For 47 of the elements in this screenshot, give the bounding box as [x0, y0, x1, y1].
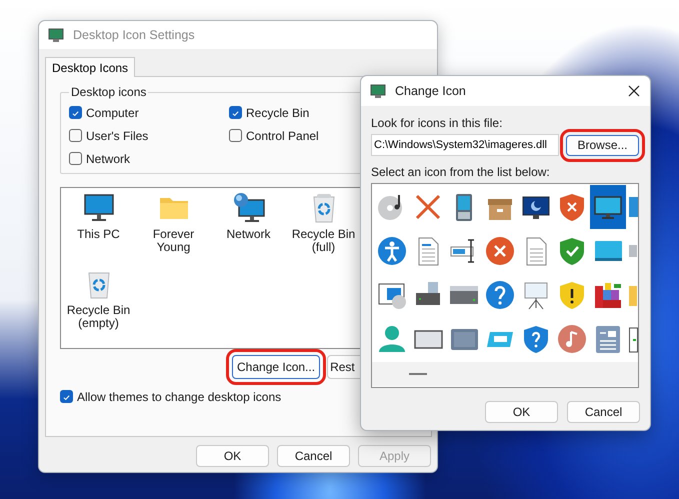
- checkbox[interactable]: [60, 390, 73, 403]
- network-monitor-icon: [232, 192, 264, 224]
- checkbox[interactable]: [229, 106, 242, 119]
- window-title: Change Icon: [395, 84, 466, 98]
- dialog-button[interactable]: Cancel: [277, 445, 350, 467]
- list-item[interactable]: Recycle Bin (empty): [61, 268, 136, 344]
- checkbox[interactable]: [229, 129, 242, 142]
- file-path-field[interactable]: C:\Windows\System32\imageres.dll: [371, 134, 559, 156]
- tab[interactable]: Desktop Icons: [45, 57, 136, 77]
- checkbox[interactable]: [69, 106, 82, 119]
- shield-question-icon: [521, 324, 551, 354]
- checkbox-label: Control Panel: [246, 128, 319, 142]
- icon-option[interactable]: [590, 185, 626, 229]
- checkbox-label: User's Files: [86, 128, 148, 142]
- person-icon: [377, 324, 407, 354]
- checkbox-label: Network: [86, 152, 130, 166]
- list-item[interactable]: This PC: [61, 192, 136, 268]
- dialog-button[interactable]: OK: [196, 445, 269, 467]
- monitor-icon: [82, 192, 114, 224]
- music-icon: [557, 324, 587, 354]
- cross-icon: [413, 192, 443, 222]
- newspaper-icon: [593, 324, 623, 354]
- checkbox[interactable]: [69, 152, 82, 165]
- scrollbar[interactable]: [372, 362, 638, 386]
- window-title: Desktop Icon Settings: [73, 28, 195, 42]
- monitor-icon: [48, 27, 64, 43]
- close-icon[interactable]: [628, 85, 640, 97]
- person-circle-icon: [377, 236, 407, 266]
- list-label: Select an icon from the list below:: [371, 165, 551, 180]
- checkbox-label: Computer: [86, 106, 139, 120]
- dialog-button[interactable]: Cancel: [567, 401, 640, 423]
- list-item[interactable]: Forever Young: [136, 192, 211, 268]
- shield-check-icon: [557, 236, 587, 266]
- checkbox[interactable]: [69, 129, 82, 142]
- dialog-button[interactable]: OK: [485, 401, 558, 423]
- shield-x-icon: [557, 192, 587, 222]
- circle-x-icon: [485, 236, 515, 266]
- monitor-icon: [370, 83, 386, 99]
- blocks-icon: [593, 280, 623, 310]
- field-label: Look for icons in this file:: [371, 116, 504, 131]
- checkbox-label: Recycle Bin: [246, 106, 310, 120]
- shield-warning-icon: [557, 280, 587, 310]
- list-item[interactable]: Recycle Bin (full): [286, 192, 361, 268]
- question-circle-icon: [485, 280, 515, 310]
- checkbox-label: Allow themes to change desktop icons: [77, 390, 282, 404]
- group-title: Desktop icons: [70, 85, 148, 99]
- list-item[interactable]: Network: [211, 192, 286, 268]
